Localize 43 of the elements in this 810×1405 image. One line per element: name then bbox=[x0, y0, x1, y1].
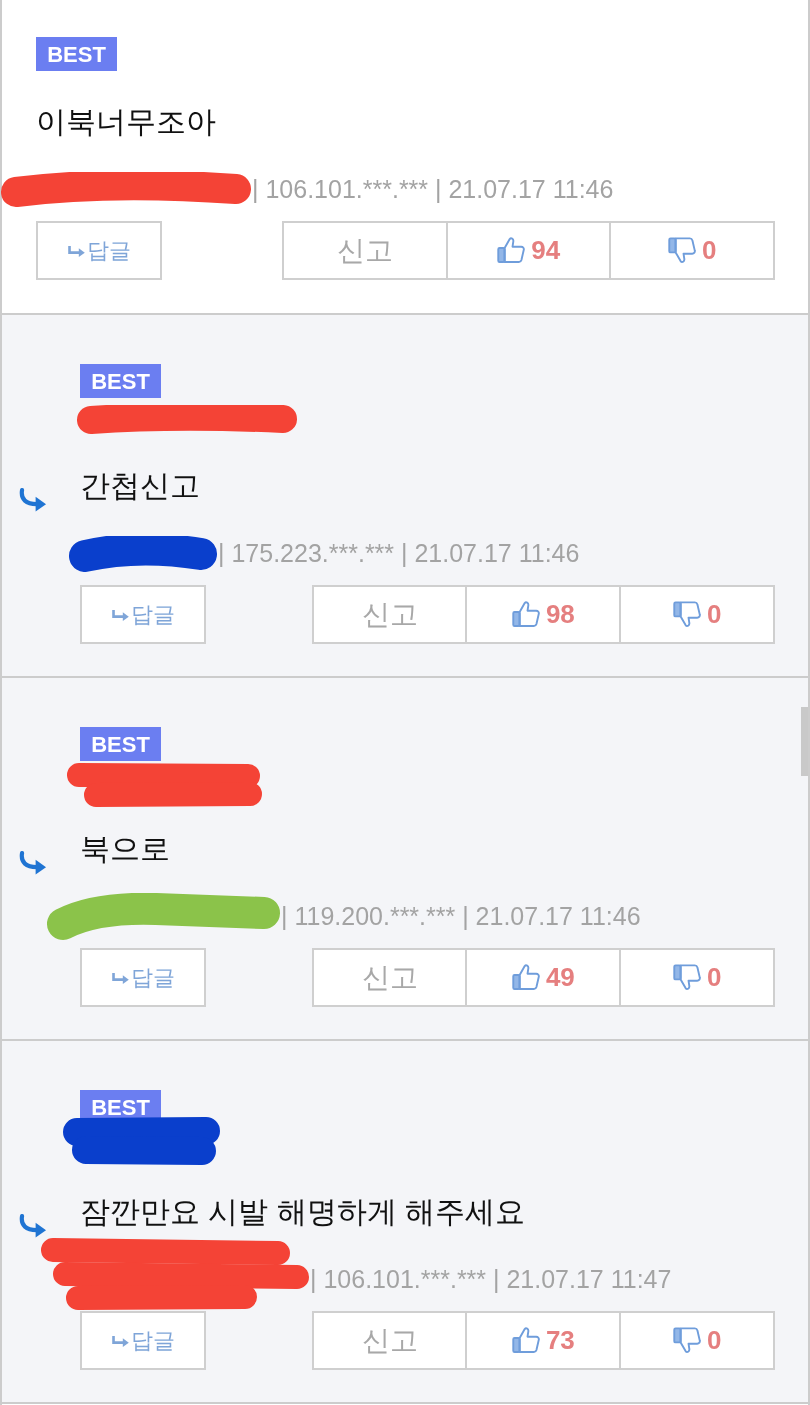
reply-button[interactable]: 답글 bbox=[80, 1311, 206, 1370]
like-button[interactable]: 98 bbox=[465, 585, 622, 644]
thumbs-up-icon bbox=[497, 237, 526, 264]
comment-text: 간첩신고 bbox=[80, 468, 201, 504]
report-button[interactable]: 신고 bbox=[311, 1311, 468, 1370]
dislike-button[interactable]: 0 bbox=[619, 1311, 775, 1370]
reply-arrow-icon bbox=[18, 488, 48, 512]
reply-arrow-icon bbox=[18, 1214, 48, 1238]
comment-meta: | 119.200.***.*** | 21.07.17 11:46 bbox=[281, 901, 641, 933]
report-button[interactable]: 신고 bbox=[282, 221, 448, 280]
reply-button[interactable]: 답글 bbox=[36, 221, 162, 280]
like-button[interactable]: 94 bbox=[445, 221, 612, 280]
thumbs-down-icon bbox=[667, 237, 696, 264]
reply-arrow-icon bbox=[18, 851, 48, 875]
like-button[interactable]: 49 bbox=[465, 948, 622, 1007]
thumbs-down-icon bbox=[672, 964, 701, 991]
thumbs-up-icon bbox=[511, 601, 540, 628]
thumbs-down-icon bbox=[672, 1327, 701, 1354]
comment-meta: | 106.101.***.*** | 21.07.17 11:47 bbox=[310, 1264, 672, 1296]
arrow-icon bbox=[67, 244, 85, 257]
comment-text: 이북너무조아 bbox=[36, 104, 217, 140]
comment-meta: | 175.223.***.*** | 21.07.17 11:46 bbox=[218, 538, 580, 570]
best-badge: BEST bbox=[80, 364, 161, 398]
arrow-icon bbox=[111, 1334, 129, 1347]
thumbs-up-icon bbox=[511, 964, 540, 991]
like-button[interactable]: 73 bbox=[465, 1311, 622, 1370]
arrow-icon bbox=[111, 971, 129, 984]
reply-button[interactable]: 답글 bbox=[80, 948, 206, 1007]
dislike-button[interactable]: 0 bbox=[609, 221, 775, 280]
arrow-icon bbox=[111, 608, 129, 621]
best-badge: BEST bbox=[80, 727, 161, 761]
best-badge: BEST bbox=[36, 37, 117, 71]
report-button[interactable]: 신고 bbox=[311, 948, 468, 1007]
dislike-button[interactable]: 0 bbox=[619, 948, 775, 1007]
report-button[interactable]: 신고 bbox=[311, 585, 468, 644]
reply-button[interactable]: 답글 bbox=[80, 585, 206, 644]
comment-text: 북으로 bbox=[80, 831, 171, 867]
thumbs-up-icon bbox=[511, 1327, 540, 1354]
thumbs-down-icon bbox=[672, 601, 701, 628]
scrollbar-thumb[interactable] bbox=[801, 707, 808, 776]
dislike-button[interactable]: 0 bbox=[619, 585, 775, 644]
comment-meta: | 106.101.***.*** | 21.07.17 11:46 bbox=[252, 174, 614, 206]
comment-text: 잠깐만요 시발 해명하게 해주세요 bbox=[80, 1194, 526, 1230]
